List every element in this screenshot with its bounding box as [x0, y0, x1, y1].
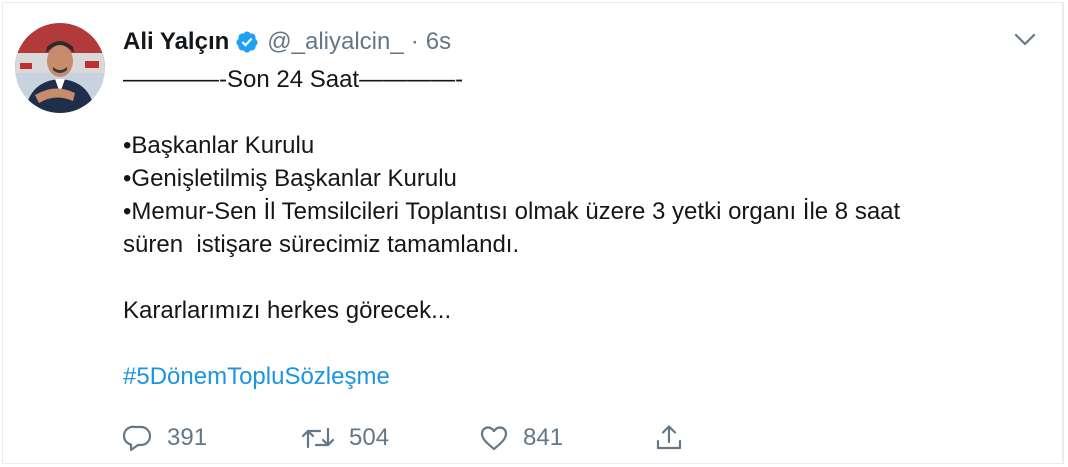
verified-badge-icon	[235, 30, 259, 54]
retweet-icon	[301, 427, 335, 449]
author-handle[interactable]: @_aliyalcin_	[267, 28, 403, 56]
chevron-down-icon[interactable]	[1014, 33, 1036, 52]
hashtag-link[interactable]: #5DönemTopluSözleşme	[123, 363, 390, 390]
like-count: 841	[523, 424, 564, 451]
share-icon	[656, 425, 682, 450]
bullet-item-continuation: süren istişare sürecimiz tamamlandı.	[123, 231, 520, 258]
reply-icon	[123, 425, 152, 452]
like-button[interactable]: 841	[479, 423, 654, 453]
bullet-item: •Başkanlar Kurulu	[123, 132, 315, 159]
bullet-item: •Genişletilmiş Başkanlar Kurulu	[123, 165, 457, 192]
header-separator: ·	[410, 28, 419, 55]
tweet-heading: ————-Son 24 Saat————-	[123, 66, 464, 93]
tweet-closing-line: Kararlarımızı herkes görecek...	[123, 297, 452, 324]
avatar[interactable]	[15, 23, 105, 113]
retweet-count: 504	[349, 424, 390, 451]
share-button[interactable]	[654, 423, 698, 453]
tweet-text: ————-Son 24 Saat————- •Başkanlar Kurulu …	[123, 63, 1022, 393]
tweet-content: Ali Yalçın @_aliyalcin_ · 6s ————-Son 24…	[123, 23, 1022, 393]
tweet-actions: 391 504 841	[123, 421, 698, 455]
bullet-item: •Memur-Sen İl Temsilcileri Toplantısı ol…	[123, 198, 901, 225]
retweet-button[interactable]: 504	[301, 423, 479, 453]
tweet-timestamp[interactable]: 6s	[426, 28, 451, 56]
tweet-card[interactable]: Ali Yalçın @_aliyalcin_ · 6s ————-Son 24…	[2, 2, 1064, 464]
reply-count: 391	[167, 424, 208, 451]
tweet-header: Ali Yalçın @_aliyalcin_ · 6s	[123, 23, 1022, 61]
heart-icon	[480, 426, 508, 451]
reply-button[interactable]: 391	[123, 423, 301, 453]
author-display-name[interactable]: Ali Yalçın	[123, 28, 229, 56]
